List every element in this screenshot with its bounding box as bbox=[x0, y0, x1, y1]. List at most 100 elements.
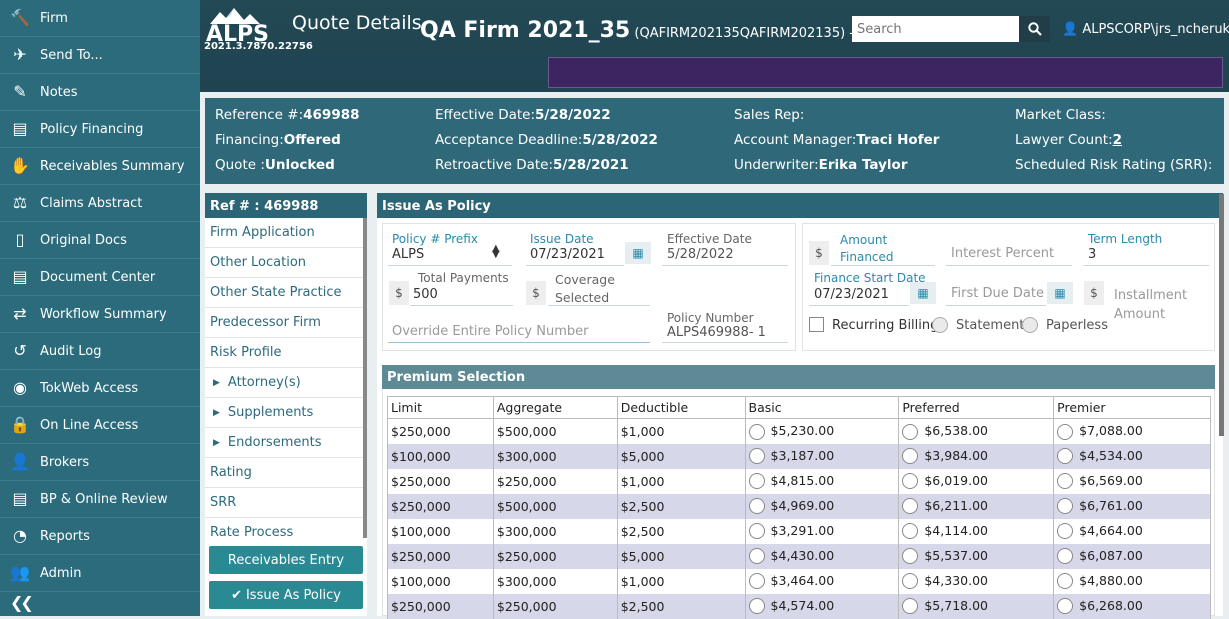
installment-amount-input[interactable]: Installment Amount bbox=[1114, 286, 1210, 324]
term-length-input[interactable]: 3 bbox=[1088, 247, 1096, 262]
interest-percent-input[interactable]: Interest Percent bbox=[951, 246, 1054, 261]
table-cell: $6,761.00 bbox=[1053, 493, 1211, 519]
sidebar-item-notes[interactable]: ✎ Notes bbox=[0, 74, 200, 111]
premium-radio[interactable] bbox=[902, 573, 919, 590]
table-cell: $6,019.00 bbox=[898, 468, 1055, 494]
premium-radio[interactable] bbox=[902, 598, 919, 615]
premium-radio[interactable] bbox=[1057, 573, 1074, 590]
section-link-firm-application[interactable]: Firm Application bbox=[205, 218, 367, 248]
premium-radio[interactable] bbox=[1057, 548, 1074, 565]
main-scrollbar[interactable] bbox=[1219, 194, 1224, 436]
override-underline bbox=[388, 342, 650, 343]
sidebar-item-bp-online-review[interactable]: ▤ BP & Online Review bbox=[0, 481, 200, 518]
premium-radio[interactable] bbox=[748, 448, 765, 465]
sidebar-item-reports[interactable]: ◔ Reports bbox=[0, 518, 200, 555]
alps-logo: ALPS bbox=[204, 4, 284, 47]
sidebar-item-admin[interactable]: 👥 Admin bbox=[0, 555, 200, 592]
amount-financed-label[interactable]: Amount Financed bbox=[840, 232, 920, 266]
premium-radio[interactable] bbox=[902, 448, 919, 465]
expand-caret-icon[interactable]: ▶ bbox=[213, 378, 220, 388]
premium-radio[interactable] bbox=[748, 598, 765, 615]
premium-radio[interactable] bbox=[1057, 598, 1074, 615]
cell-value: $3,984.00 bbox=[924, 447, 988, 463]
coverage-underline bbox=[548, 305, 650, 306]
sidebar-item-label: BP & Online Review bbox=[40, 491, 168, 507]
recurring-billing-checkbox[interactable] bbox=[809, 317, 824, 332]
sidebar-item-firm[interactable]: 🔨 Firm bbox=[0, 0, 200, 37]
hammer-icon: 🔨 bbox=[10, 8, 30, 27]
section-link-srr[interactable]: SRR bbox=[205, 488, 367, 518]
sidebar-item-label: Policy Financing bbox=[40, 121, 144, 137]
sidebar-item-workflow-summary[interactable]: ⇄ Workflow Summary bbox=[0, 296, 200, 333]
premium-radio[interactable] bbox=[748, 473, 765, 490]
sidebar-item-on-line-access[interactable]: 🔒 On Line Access bbox=[0, 407, 200, 444]
double-chevron-left-icon[interactable]: ❮❮ bbox=[10, 593, 34, 612]
sidebar-item-original-docs[interactable]: ▯ Original Docs bbox=[0, 222, 200, 259]
finance-start-calendar-icon[interactable]: ▦ bbox=[910, 282, 936, 304]
receivables-entry-button[interactable]: Receivables Entry bbox=[209, 546, 363, 574]
section-link-endorsements[interactable]: ▶ Endorsements bbox=[205, 428, 367, 458]
paperless-label: Paperless bbox=[1046, 318, 1108, 333]
section-link-rate-process[interactable]: Rate Process bbox=[205, 518, 367, 536]
premium-radio[interactable] bbox=[1057, 473, 1074, 490]
section-link-risk-profile[interactable]: Risk Profile bbox=[205, 338, 367, 368]
premium-radio[interactable] bbox=[748, 523, 765, 540]
premium-radio[interactable] bbox=[1057, 523, 1074, 540]
cell-value: $2,500 bbox=[620, 523, 665, 539]
finance-start-input[interactable]: 07/23/2021 bbox=[814, 287, 889, 302]
premium-radio[interactable] bbox=[902, 548, 919, 565]
cell-value: $6,761.00 bbox=[1079, 497, 1143, 513]
section-link-other-location[interactable]: Other Location bbox=[205, 248, 367, 278]
premium-radio[interactable] bbox=[1057, 448, 1074, 465]
section-link-other-state-practice[interactable]: Other State Practice bbox=[205, 278, 367, 308]
sidebar-item-send-to[interactable]: ✈ Send To... bbox=[0, 37, 200, 74]
premium-radio[interactable] bbox=[902, 423, 919, 440]
sidebar-item-brokers[interactable]: 👤 Brokers bbox=[0, 444, 200, 481]
search-button[interactable] bbox=[1019, 16, 1050, 42]
sidebar-item-audit-log[interactable]: ↺ Audit Log bbox=[0, 333, 200, 370]
premium-radio[interactable] bbox=[1057, 423, 1074, 440]
search-input[interactable] bbox=[852, 16, 1020, 42]
expand-caret-icon[interactable]: ▶ bbox=[213, 438, 220, 448]
table-cell: $6,268.00 bbox=[1053, 593, 1211, 619]
premium-radio[interactable] bbox=[748, 573, 765, 590]
sidebar-item-document-center[interactable]: ▤ Document Center bbox=[0, 259, 200, 296]
issue-date-calendar-icon[interactable]: ▦ bbox=[625, 242, 651, 264]
premium-radio[interactable] bbox=[748, 423, 765, 440]
first-due-calendar-icon[interactable]: ▦ bbox=[1047, 282, 1073, 304]
sidebar-item-policy-financing[interactable]: ▤ Policy Financing bbox=[0, 111, 200, 148]
override-policy-number-input[interactable]: Override Entire Policy Number bbox=[392, 324, 588, 339]
premium-radio[interactable] bbox=[748, 548, 765, 565]
column-header-aggregate: Aggregate bbox=[492, 396, 618, 419]
sidebar-item-tokweb-access[interactable]: ◉ TokWeb Access bbox=[0, 370, 200, 407]
table-cell: $3,187.00 bbox=[744, 443, 900, 469]
statement-radio[interactable] bbox=[932, 317, 948, 333]
cell-value: $2,500 bbox=[620, 598, 665, 614]
policy-number-underline bbox=[662, 342, 788, 343]
issue-as-policy-button[interactable]: ✔ Issue As Policy bbox=[209, 581, 363, 609]
total-payments-input[interactable]: 500 bbox=[413, 287, 438, 302]
sidebar-item-receivables-summary[interactable]: ✋ Receivables Summary bbox=[0, 148, 200, 185]
user-menu[interactable]: 👤 ALPSCORP\jrs_ncheruku ▼ bbox=[1062, 22, 1229, 37]
issue-date-input[interactable]: 07/23/2021 bbox=[530, 247, 605, 262]
effective-date-value: 5/28/2022 bbox=[667, 247, 734, 262]
section-link-rating[interactable]: Rating bbox=[205, 458, 367, 488]
expand-caret-icon[interactable]: ▶ bbox=[213, 408, 220, 418]
cell-value: $3,291.00 bbox=[770, 522, 835, 538]
policy-prefix-select[interactable]: ALPS bbox=[392, 247, 424, 262]
premium-radio[interactable] bbox=[902, 498, 919, 515]
premium-radio[interactable] bbox=[1057, 498, 1074, 515]
section-link-predecessor-firm[interactable]: Predecessor Firm bbox=[205, 308, 367, 338]
first-due-date-input[interactable]: First Due Date bbox=[951, 286, 1044, 301]
table-cell: $250,000 bbox=[387, 593, 494, 619]
column-header-preferred: Preferred bbox=[898, 396, 1055, 419]
section-link-supplements[interactable]: ▶ Supplements bbox=[205, 398, 367, 428]
premium-radio[interactable] bbox=[902, 473, 919, 490]
paperless-radio[interactable] bbox=[1022, 317, 1038, 333]
premium-radio[interactable] bbox=[902, 523, 919, 540]
sections-scrollbar[interactable] bbox=[363, 218, 367, 538]
section-link-attorney-s[interactable]: ▶ Attorney(s) bbox=[205, 368, 367, 398]
premium-radio[interactable] bbox=[748, 498, 765, 515]
sidebar-item-claims-abstract[interactable]: ⚖ Claims Abstract bbox=[0, 185, 200, 222]
lawyer-count-link[interactable]: 2 bbox=[1113, 132, 1122, 148]
